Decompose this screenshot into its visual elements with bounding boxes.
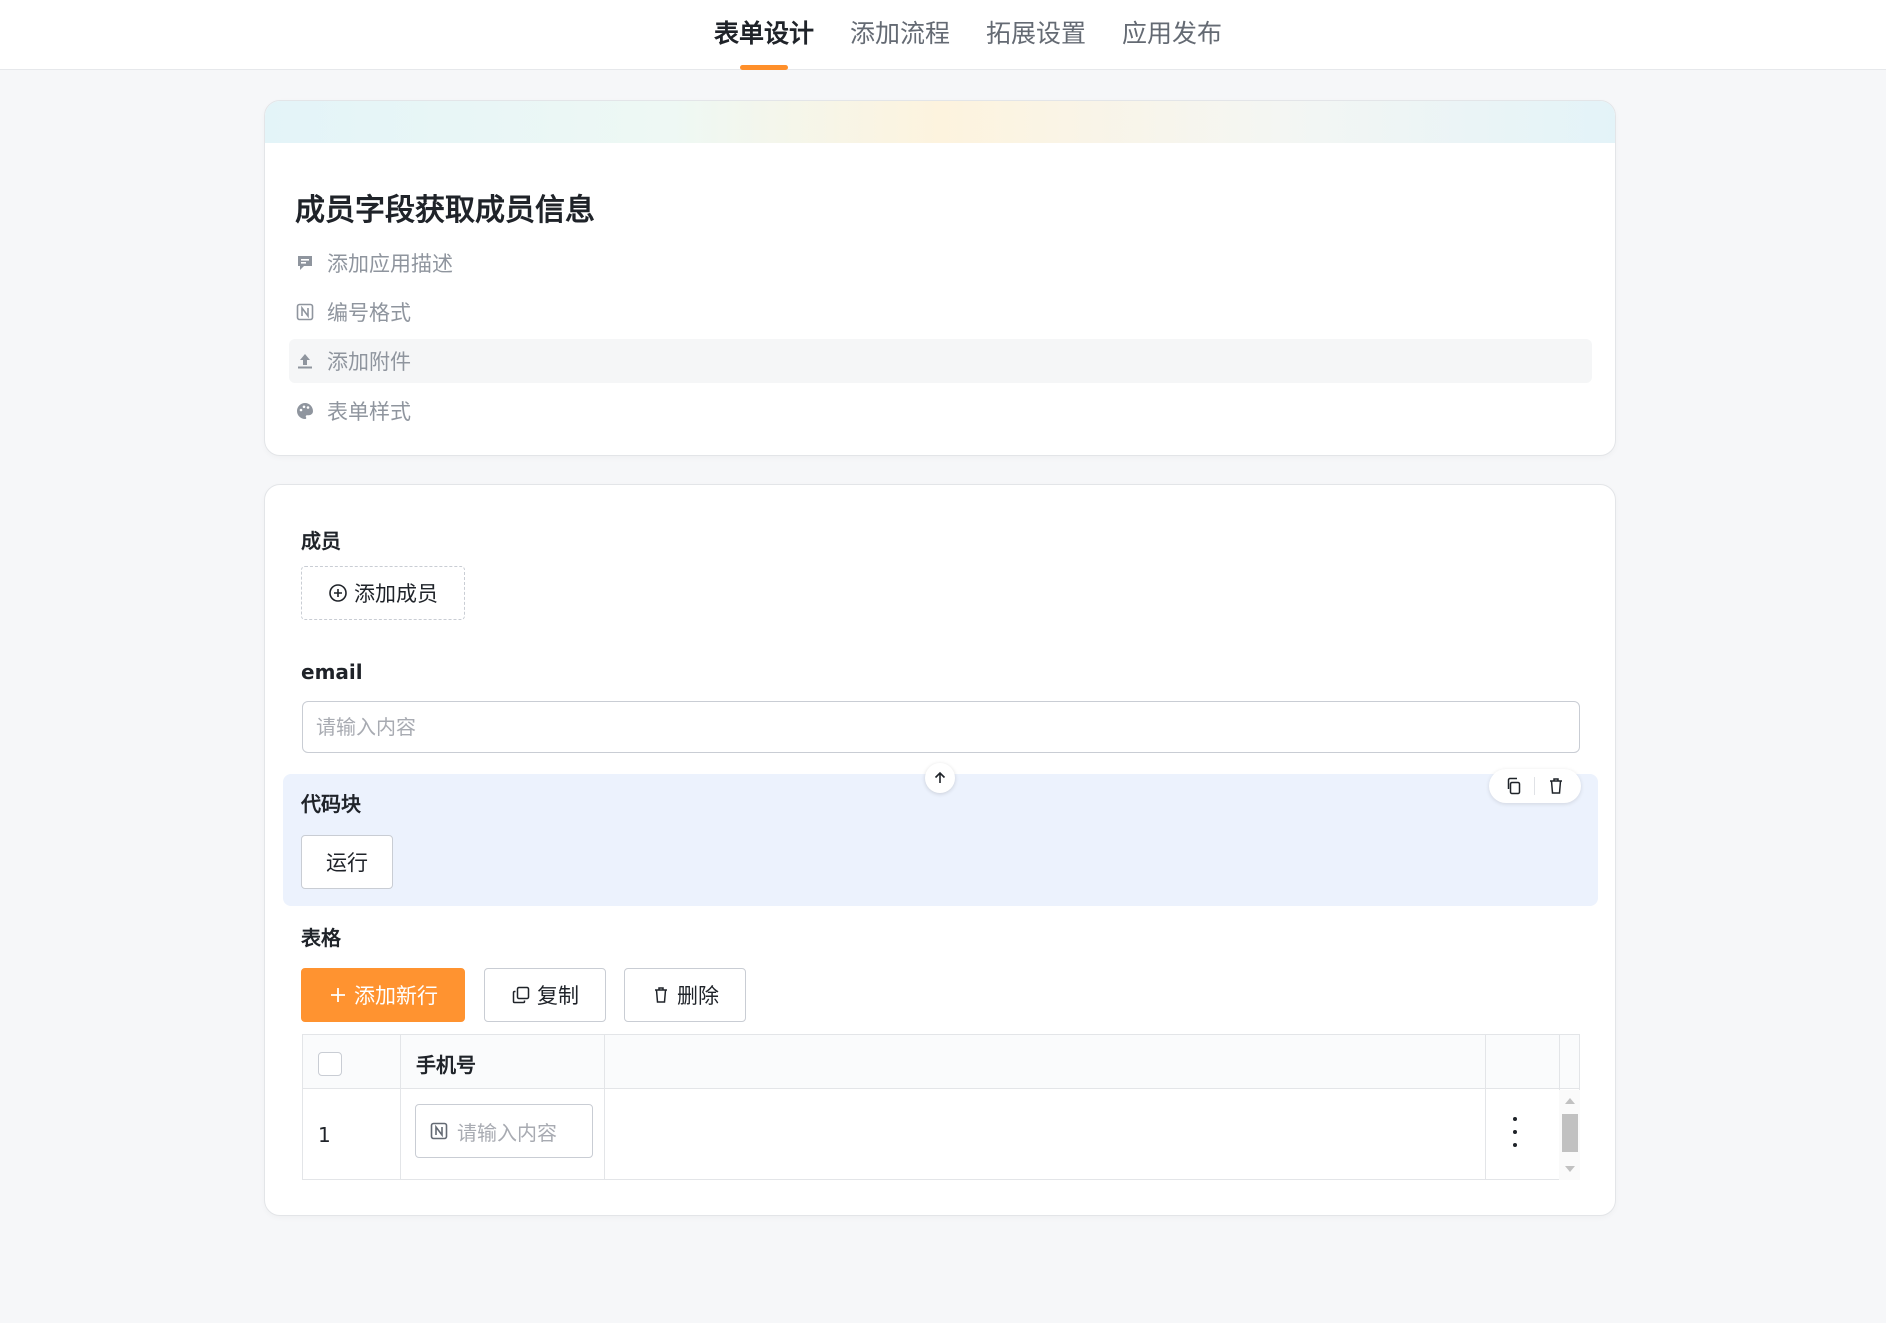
upload-icon	[295, 351, 315, 371]
trash-icon	[651, 985, 671, 1005]
column-divider	[604, 1035, 605, 1179]
tab-form-design[interactable]: 表单设计	[714, 0, 814, 70]
select-all-checkbox[interactable]	[318, 1052, 342, 1076]
add-member-label: 添加成员	[354, 582, 438, 606]
arrow-up-icon	[932, 770, 948, 786]
copy-label: 复制	[537, 984, 579, 1008]
table-field-label: 表格	[301, 926, 341, 950]
form-style-row[interactable]: 表单样式	[289, 389, 1592, 433]
delete-label: 删除	[677, 984, 719, 1008]
app-info-card: 成员字段获取成员信息 添加应用描述 编号格式 添加附件 表单样式	[264, 100, 1616, 456]
comment-icon	[295, 253, 315, 273]
number-format-row[interactable]: 编号格式	[289, 290, 1592, 334]
form-style-label: 表单样式	[327, 400, 411, 424]
sub-table: 手机号 1 请输入内容	[302, 1034, 1580, 1180]
tab-app-publish[interactable]: 应用发布	[1122, 0, 1222, 70]
scroll-down-arrow-icon[interactable]	[1565, 1166, 1575, 1172]
column-header-phone: 手机号	[416, 1053, 476, 1077]
row-index: 1	[318, 1123, 331, 1147]
column-divider	[1485, 1035, 1486, 1179]
move-up-button[interactable]	[925, 763, 955, 793]
add-attachment-row[interactable]: 添加附件	[289, 339, 1592, 383]
add-member-button[interactable]: 添加成员	[301, 566, 465, 620]
column-divider	[400, 1035, 401, 1179]
run-button[interactable]: 运行	[301, 835, 393, 889]
row-more-menu-icon[interactable]	[1509, 1117, 1521, 1147]
form-fields-card: 成员 添加成员 email 代码块 运行 表格 添加新行	[264, 484, 1616, 1216]
divider	[1534, 777, 1536, 795]
plus-circle-icon	[328, 583, 348, 603]
number-format-icon	[429, 1121, 449, 1141]
add-row-button[interactable]: 添加新行	[301, 968, 465, 1022]
plus-icon	[328, 985, 348, 1005]
add-description-row[interactable]: 添加应用描述	[289, 241, 1592, 285]
palette-icon	[295, 401, 315, 421]
tab-add-process[interactable]: 添加流程	[850, 0, 950, 70]
member-field-label: 成员	[301, 529, 341, 553]
header-banner	[265, 101, 1615, 143]
email-field-label: email	[301, 660, 363, 684]
copy-icon[interactable]	[1504, 776, 1524, 796]
scroll-up-arrow-icon[interactable]	[1565, 1098, 1575, 1104]
code-block-area[interactable]	[283, 774, 1598, 906]
add-description-label: 添加应用描述	[327, 252, 453, 276]
block-action-toolbar	[1489, 769, 1581, 803]
number-format-label: 编号格式	[327, 301, 411, 325]
add-attachment-label: 添加附件	[327, 350, 411, 374]
phone-cell-input[interactable]: 请输入内容	[415, 1104, 593, 1158]
copy-button[interactable]: 复制	[484, 968, 606, 1022]
add-row-label: 添加新行	[354, 984, 438, 1008]
tab-list: 表单设计 添加流程 拓展设置 应用发布	[0, 0, 1886, 70]
app-title[interactable]: 成员字段获取成员信息	[295, 185, 595, 229]
cell-placeholder: 请输入内容	[457, 1120, 557, 1145]
top-nav-bar: 表单设计 添加流程 拓展设置 应用发布	[0, 0, 1886, 70]
delete-button[interactable]: 删除	[624, 968, 746, 1022]
scroll-thumb[interactable]	[1562, 1114, 1578, 1152]
table-header-row	[303, 1035, 1579, 1089]
table-scrollbar[interactable]	[1559, 1090, 1580, 1180]
tab-extension-settings[interactable]: 拓展设置	[986, 0, 1086, 70]
copy-icon	[511, 985, 531, 1005]
number-format-icon	[295, 302, 315, 322]
email-input[interactable]	[302, 701, 1580, 753]
code-block-label: 代码块	[301, 792, 361, 816]
trash-icon[interactable]	[1546, 776, 1566, 796]
